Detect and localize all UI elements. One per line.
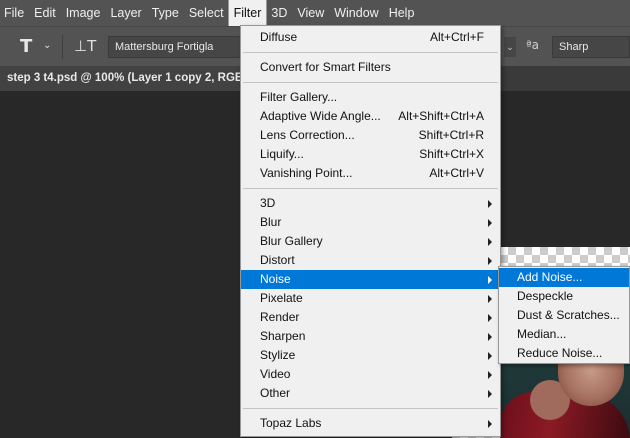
divider	[62, 35, 63, 59]
submenu-item-median[interactable]: Median...	[499, 325, 629, 344]
submenu-item-despeckle[interactable]: Despeckle	[499, 287, 629, 306]
menu-view[interactable]: View	[292, 0, 329, 26]
submenu-arrow-icon	[488, 219, 492, 227]
menu-item-blur-gallery[interactable]: Blur Gallery	[241, 232, 500, 251]
submenu-item-add-noise[interactable]: Add Noise...	[499, 268, 629, 287]
submenu-arrow-icon	[488, 314, 492, 322]
menu-filter[interactable]: Filter	[227, 0, 268, 27]
menu-window[interactable]: Window	[329, 0, 383, 26]
menu-3d[interactable]: 3D	[266, 0, 292, 26]
menu-item-filter-gallery[interactable]: Filter Gallery...	[241, 88, 500, 107]
menu-separator	[243, 188, 498, 189]
menu-item-adaptive-wide-angle[interactable]: Adaptive Wide Angle... Alt+Shift+Ctrl+A	[241, 107, 500, 126]
menu-item-3d[interactable]: 3D	[241, 194, 500, 213]
anti-alias-icon: ªa	[526, 38, 540, 52]
filter-menu: Diffuse Alt+Ctrl+F Convert for Smart Fil…	[240, 25, 501, 437]
menu-item-blur[interactable]: Blur	[241, 213, 500, 232]
menu-item-vanishing-point[interactable]: Vanishing Point... Alt+Ctrl+V	[241, 164, 500, 183]
menu-file[interactable]: File	[0, 0, 29, 26]
submenu-arrow-icon	[488, 333, 492, 341]
anti-alias-field[interactable]: Sharp	[552, 36, 630, 58]
menu-edit[interactable]: Edit	[29, 0, 61, 26]
noise-submenu: Add Noise... Despeckle Dust & Scratches.…	[498, 266, 630, 364]
document-tab[interactable]: step 3 t4.psd @ 100% (Layer 1 copy 2, RG…	[0, 66, 245, 91]
menu-item-stylize[interactable]: Stylize	[241, 346, 500, 365]
text-orientation-icon[interactable]: ⊥T	[74, 37, 96, 55]
tool-preset-caret-icon[interactable]: ⌄	[43, 40, 51, 51]
menu-item-other[interactable]: Other	[241, 384, 500, 403]
menu-separator	[243, 52, 498, 53]
menu-item-sharpen[interactable]: Sharpen	[241, 327, 500, 346]
submenu-arrow-icon	[488, 390, 492, 398]
menu-item-noise[interactable]: Noise	[241, 270, 500, 289]
submenu-arrow-icon	[488, 257, 492, 265]
menu-item-distort[interactable]: Distort	[241, 251, 500, 270]
menu-item-lens-correction[interactable]: Lens Correction... Shift+Ctrl+R	[241, 126, 500, 145]
menu-help[interactable]: Help	[384, 0, 420, 26]
menu-item-render[interactable]: Render	[241, 308, 500, 327]
menu-separator	[243, 408, 498, 409]
submenu-arrow-icon	[488, 352, 492, 360]
menu-layer[interactable]: Layer	[105, 0, 146, 26]
menu-item-pixelate[interactable]: Pixelate	[241, 289, 500, 308]
submenu-arrow-icon	[488, 200, 492, 208]
menu-separator	[243, 82, 498, 83]
menu-item-diffuse[interactable]: Diffuse Alt+Ctrl+F	[241, 28, 500, 47]
submenu-item-dust-scratches[interactable]: Dust & Scratches...	[499, 306, 629, 325]
menu-image[interactable]: Image	[61, 0, 106, 26]
submenu-arrow-icon	[488, 238, 492, 246]
menu-item-video[interactable]: Video	[241, 365, 500, 384]
canvas-photo	[500, 362, 630, 438]
font-size-caret-icon[interactable]: ⌄	[504, 37, 516, 57]
type-tool-icon[interactable]: T	[20, 36, 32, 57]
menu-select[interactable]: Select	[184, 0, 229, 26]
submenu-arrow-icon	[488, 276, 492, 284]
menu-item-topaz-labs[interactable]: Topaz Labs	[241, 414, 500, 433]
submenu-arrow-icon	[488, 295, 492, 303]
menu-bar: File Edit Image Layer Type Select Filter…	[0, 0, 630, 27]
font-family-field[interactable]: Mattersburg Fortigla	[108, 36, 242, 58]
menu-item-liquify[interactable]: Liquify... Shift+Ctrl+X	[241, 145, 500, 164]
menu-item-convert-smart-filters[interactable]: Convert for Smart Filters	[241, 58, 500, 77]
submenu-arrow-icon	[488, 420, 492, 428]
submenu-item-reduce-noise[interactable]: Reduce Noise...	[499, 344, 629, 363]
submenu-arrow-icon	[488, 371, 492, 379]
menu-type[interactable]: Type	[147, 0, 184, 26]
